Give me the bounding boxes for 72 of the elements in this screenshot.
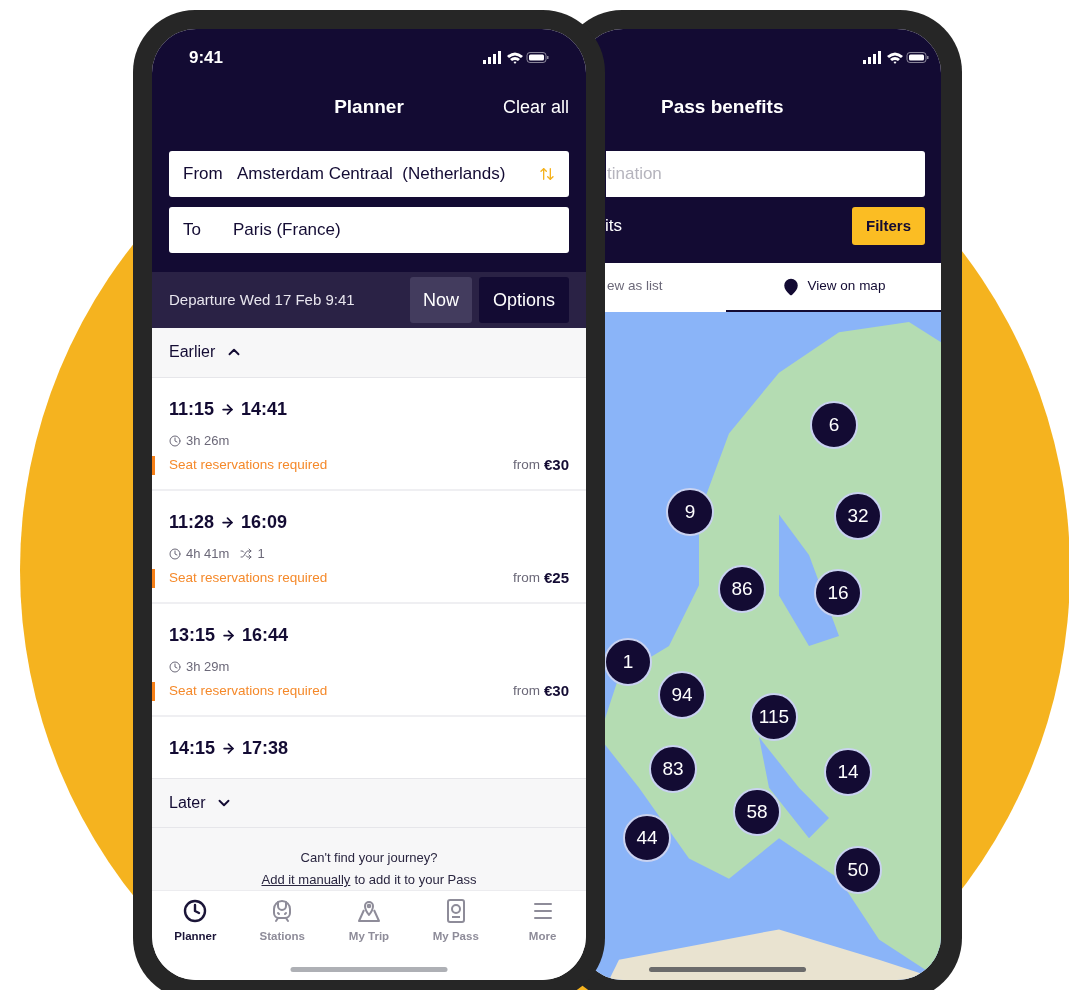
departure-time: 11:28	[169, 510, 215, 534]
signal-icon	[863, 50, 881, 64]
options-button[interactable]: Options	[478, 277, 569, 324]
add-manually-link[interactable]: Add it manually	[261, 870, 351, 890]
reservation-note: Seat reservations required	[169, 456, 329, 475]
price-text: €30	[543, 455, 569, 476]
journey-card[interactable]: 11:28 16:09 4h 41m 1 Seat reservations required from €25	[152, 490, 586, 604]
arrival-time: 17:38	[242, 736, 289, 760]
warning-marker	[152, 682, 155, 702]
to-field[interactable]: To Paris (France)	[169, 207, 569, 253]
clear-all-button[interactable]: Clear all	[502, 93, 569, 121]
battery-icon	[906, 51, 929, 63]
duration-text: 4h 41m	[186, 544, 230, 563]
journey-card[interactable]: 14:15 17:38	[152, 716, 586, 778]
reservation-note: Seat reservations required	[169, 682, 329, 701]
arrival-time: 14:41	[241, 397, 288, 421]
reservation-note: Seat reservations required	[169, 569, 329, 588]
screen-title: Pass benefits	[661, 94, 784, 119]
field-value: Amsterdam Centraal (Netherlands)	[237, 163, 507, 186]
footer-text: to add it to your Pass	[354, 871, 477, 890]
swap-icon[interactable]	[539, 166, 555, 182]
field-label: From	[183, 163, 224, 186]
departure-time: 13:15	[169, 623, 216, 647]
arrow-right-icon	[221, 740, 237, 756]
filters-button[interactable]: Filters	[852, 207, 925, 245]
price-prefix: from	[512, 569, 540, 588]
clock-icon	[183, 898, 208, 923]
warning-marker	[152, 456, 155, 476]
departure-time: 11:15	[169, 397, 215, 421]
search-field[interactable]: tination	[606, 151, 925, 197]
battery-icon	[526, 51, 549, 63]
later-toggle[interactable]: Later	[152, 777, 586, 828]
clock-icon	[169, 547, 181, 560]
price-text: €25	[543, 568, 569, 589]
arrow-right-icon	[221, 627, 237, 643]
warning-marker	[152, 569, 155, 589]
clock-icon	[169, 660, 181, 673]
signal-icon	[483, 50, 501, 64]
map-cluster[interactable]: 44	[623, 814, 671, 862]
transfer-icon	[240, 547, 253, 560]
arrow-right-icon	[220, 401, 236, 417]
tab-bar-item[interactable]: Planner	[152, 898, 239, 945]
passport-icon	[445, 898, 466, 923]
field-value: Paris (France)	[233, 219, 341, 242]
footer-question: Can't find your journey?	[300, 848, 438, 867]
results-text: its	[605, 215, 622, 238]
departure-time: 14:15	[169, 736, 216, 760]
from-field[interactable]: From Amsterdam Centraal (Netherlands)	[169, 151, 569, 197]
map-cluster[interactable]: 9	[666, 488, 714, 536]
arrival-time: 16:44	[242, 623, 289, 647]
status-time: 9:41	[189, 46, 224, 69]
arrival-time: 16:09	[241, 510, 288, 534]
map-pin-icon	[781, 277, 800, 296]
wifi-icon	[507, 52, 523, 64]
now-button[interactable]: Now	[409, 277, 472, 324]
price-prefix: from	[512, 682, 540, 701]
duration-text: 3h 29m	[186, 657, 230, 676]
price-text: €30	[543, 681, 569, 702]
map-icon	[357, 898, 381, 923]
duration-text: 3h 26m	[186, 431, 230, 450]
arrow-right-icon	[220, 514, 236, 530]
view-tab[interactable]: ew as list	[606, 263, 726, 312]
field-label: To	[183, 219, 202, 242]
clock-icon	[169, 434, 181, 447]
price-prefix: from	[512, 456, 540, 475]
map-cluster[interactable]: 1	[604, 638, 652, 686]
journey-card[interactable]: 11:15 14:41 3h 26m Seat reservations required from €30	[152, 377, 586, 491]
departure-text: Departure Wed 17 Feb 9:41	[169, 289, 356, 310]
wifi-icon	[887, 52, 903, 64]
changes-count: 1	[257, 544, 265, 563]
journey-card[interactable]: 13:15 16:44 3h 29m Seat reservations required from €30	[152, 603, 586, 717]
screen-title: Planner	[334, 94, 404, 119]
